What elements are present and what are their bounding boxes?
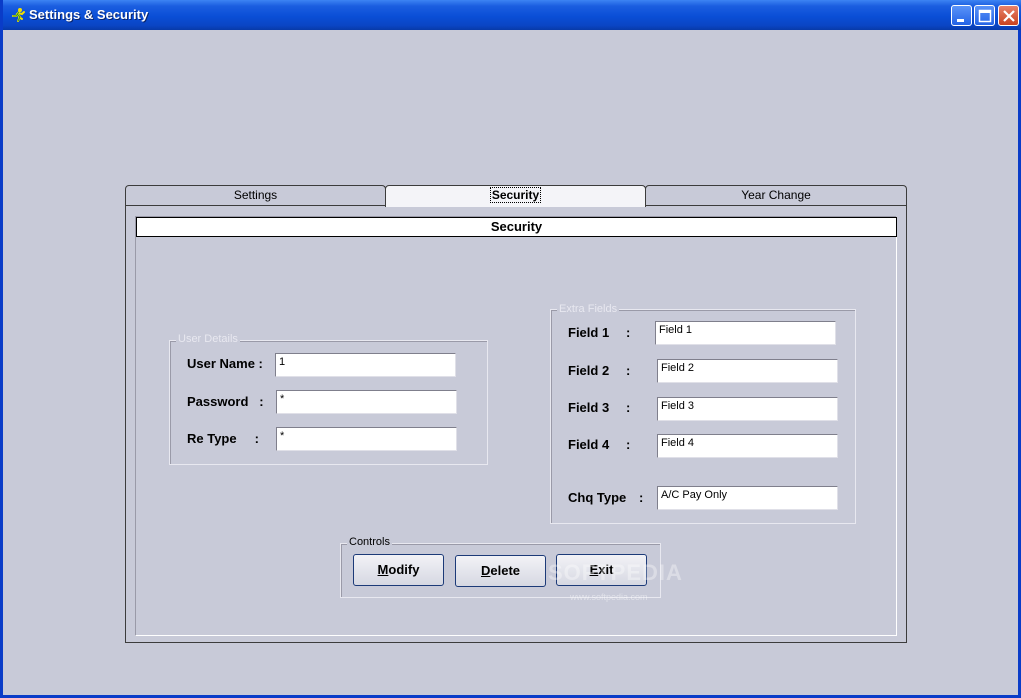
field-4-colon: : <box>626 437 631 452</box>
modify-button-label: odify <box>388 562 420 577</box>
user-details-legend: User Details <box>176 333 240 345</box>
chq-type-colon: : <box>639 490 644 505</box>
password-input[interactable]: * <box>276 390 457 414</box>
retype-input[interactable]: * <box>276 427 457 451</box>
chq-type-label: Chq Type <box>568 490 627 505</box>
maximize-icon <box>978 9 992 23</box>
field-2-input[interactable]: Field 2 <box>657 359 838 383</box>
field-1-colon: : <box>626 325 631 340</box>
chq-type-input[interactable]: A/C Pay Only <box>657 486 838 510</box>
field-4-input[interactable]: Field 4 <box>657 434 838 458</box>
section-header: Security <box>136 217 897 237</box>
field-4-label: Field 4 <box>568 437 610 452</box>
close-icon <box>1003 10 1015 22</box>
extra-fields-legend: Extra Fields <box>557 303 620 315</box>
delete-button-label: elete <box>490 563 521 578</box>
tab-security[interactable]: Security <box>385 185 646 207</box>
minimize-icon <box>957 19 964 22</box>
delete-button-accel: D <box>480 563 491 578</box>
softpedia-watermark: SOFTPEDIA <box>548 560 683 585</box>
field-2-colon: : <box>626 363 631 378</box>
password-label: Password : <box>187 394 264 409</box>
modify-button[interactable]: Modify <box>353 554 444 586</box>
retype-label: Re Type : <box>187 431 259 446</box>
tab-settings[interactable]: Settings <box>125 185 386 206</box>
maximize-button[interactable] <box>974 5 995 26</box>
softpedia-watermark-url: www.softpedia.com <box>570 592 648 602</box>
field-1-label: Field 1 <box>568 325 610 340</box>
field-3-colon: : <box>626 400 631 415</box>
tab-security-label: Security <box>489 187 542 203</box>
close-button[interactable] <box>998 5 1019 26</box>
title-bar[interactable]: Settings & Security <box>3 0 1021 30</box>
tab-year-change-label: Year Change <box>741 188 811 202</box>
delete-button[interactable]: Delete <box>455 555 546 587</box>
field-1-input[interactable]: Field 1 <box>655 321 836 345</box>
window-title: Settings & Security <box>29 7 149 22</box>
user-name-input[interactable]: 1 <box>275 353 456 377</box>
field-3-input[interactable]: Field 3 <box>657 397 838 421</box>
tab-settings-label: Settings <box>233 188 278 202</box>
running-man-icon <box>12 8 25 22</box>
modify-button-accel: M <box>377 562 389 577</box>
minimize-button[interactable] <box>951 5 972 26</box>
field-3-label: Field 3 <box>568 400 610 415</box>
field-2-label: Field 2 <box>568 363 610 378</box>
tab-year-change[interactable]: Year Change <box>645 185 907 206</box>
user-name-label: User Name : <box>187 356 263 371</box>
controls-legend: Controls <box>347 536 392 548</box>
